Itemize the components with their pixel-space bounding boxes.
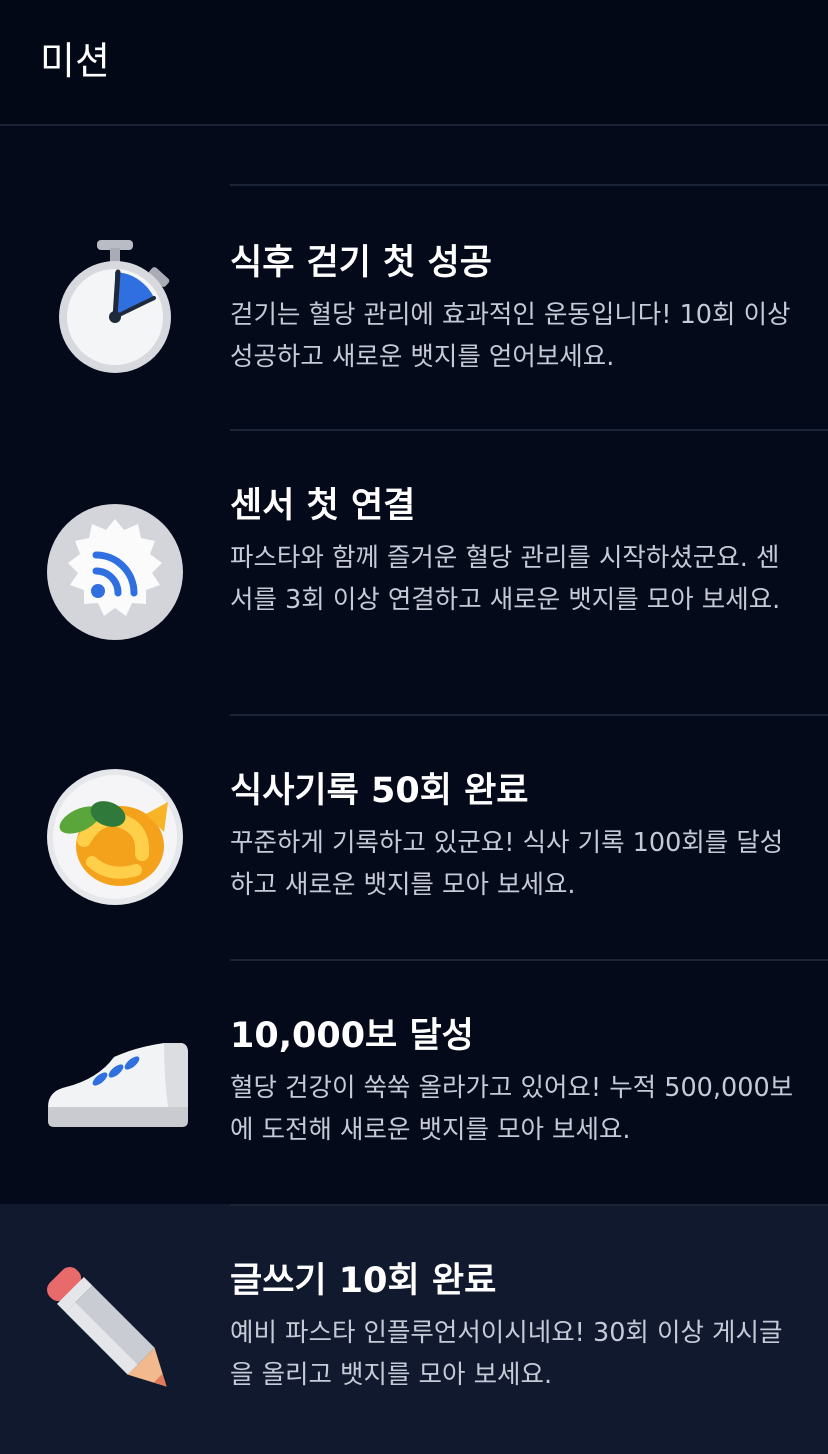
mission-item-walk[interactable]: 식후 걷기 첫 성공 걷기는 혈당 관리에 효과적인 운동입니다! 10회 이상… (0, 186, 828, 430)
mission-item-meal[interactable]: 식사기록 50회 완료 꾸준하게 기록하고 있군요! 식사 기록 100회를 달… (0, 716, 828, 959)
divider (230, 1204, 828, 1206)
mission-description: 혈당 건강이 쑥쑥 올라가고 있어요! 누적 500,000보에 도전해 새로운… (230, 1073, 794, 1145)
page-title: 미션 (40, 39, 110, 83)
pencil-icon (40, 1260, 190, 1410)
mission-item-writing[interactable]: 글쓰기 10회 완료 예비 파스타 인플루언서이시네요! 30회 이상 게시글을… (0, 1204, 828, 1454)
pasta-plate-icon (40, 762, 190, 912)
mission-title: 10,000보 달성 (230, 1016, 474, 1056)
mission-title: 식사기록 50회 완료 (230, 771, 529, 811)
mission-description: 예비 파스타 인플루언서이시네요! 30회 이상 게시글을 올리고 뱃지를 모아… (230, 1318, 783, 1390)
mission-title: 식후 걷기 첫 성공 (230, 243, 492, 283)
stopwatch-icon (40, 238, 190, 388)
mission-title: 글쓰기 10회 완료 (230, 1261, 497, 1301)
sneaker-icon (40, 1007, 190, 1157)
mission-description: 꾸준하게 기록하고 있군요! 식사 기록 100회를 달성하고 새로운 뱃지를 … (230, 828, 784, 900)
mission-item-steps[interactable]: 10,000보 달성 혈당 건강이 쑥쑥 올라가고 있어요! 누적 500,00… (0, 961, 828, 1204)
sensor-signal-icon (40, 497, 190, 647)
mission-title: 센서 첫 연결 (230, 486, 416, 526)
mission-item-sensor[interactable]: 센서 첫 연결 파스타와 함께 즐거운 혈당 관리를 시작하셨군요. 센서를 3… (0, 431, 828, 714)
mission-list: 식후 걷기 첫 성공 걷기는 혈당 관리에 효과적인 운동입니다! 10회 이상… (0, 126, 828, 1454)
app-header: 미션 (0, 0, 828, 126)
mission-description: 파스타와 함께 즐거운 혈당 관리를 시작하셨군요. 센서를 3회 이상 연결하… (230, 543, 781, 615)
mission-description: 걷기는 혈당 관리에 효과적인 운동입니다! 10회 이상 성공하고 새로운 뱃… (230, 300, 791, 372)
